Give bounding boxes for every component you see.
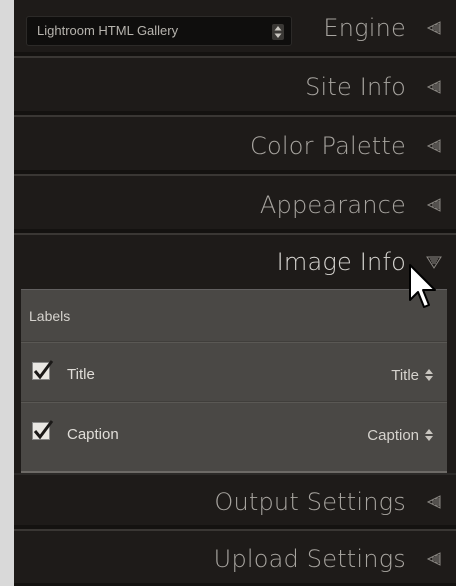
checkmark-icon <box>33 360 54 380</box>
section-title-upload-settings[interactable]: Upload Settings <box>214 545 406 573</box>
triangle-left-icon[interactable] <box>426 79 442 94</box>
caption-checkbox[interactable] <box>32 420 54 440</box>
section-title-output-settings[interactable]: Output Settings <box>214 488 406 516</box>
updown-arrows-icon <box>272 24 284 40</box>
section-title-color-palette[interactable]: Color Palette <box>250 132 406 160</box>
caption-value: Caption <box>367 426 419 444</box>
section-title-appearance[interactable]: Appearance <box>260 191 406 219</box>
section-engine: Lightroom HTML Gallery Engine <box>14 0 456 58</box>
triangle-left-icon[interactable] <box>426 197 442 212</box>
title-checkbox[interactable] <box>32 360 54 380</box>
updown-arrows-icon <box>425 429 433 441</box>
section-upload-settings[interactable]: Upload Settings <box>14 531 456 586</box>
web-module-right-panel: Lightroom HTML Gallery Engine Site Info <box>14 0 456 586</box>
title-label: Title <box>67 366 95 383</box>
triangle-left-icon[interactable] <box>426 21 442 35</box>
section-site-info[interactable]: Site Info <box>14 58 456 117</box>
triangle-left-icon[interactable] <box>426 552 442 566</box>
checkmark-icon <box>33 420 54 440</box>
section-title-image-info[interactable]: Image Info <box>277 248 406 276</box>
section-title-engine[interactable]: Engine <box>323 14 406 42</box>
title-row: Title Title <box>21 342 447 402</box>
labels-header-row: Labels <box>21 290 447 342</box>
labels-heading: Labels <box>29 308 71 324</box>
updown-arrows-icon <box>425 369 433 381</box>
triangle-left-icon[interactable] <box>426 495 442 509</box>
section-image-info[interactable]: Image Info <box>14 235 456 289</box>
title-value-select[interactable]: Title <box>391 364 435 386</box>
section-appearance[interactable]: Appearance <box>14 176 456 235</box>
section-color-palette[interactable]: Color Palette <box>14 117 456 176</box>
caption-value-select[interactable]: Caption <box>367 424 435 446</box>
title-value: Title <box>391 366 419 384</box>
image-info-content: Labels Title Title Caption Caption <box>21 289 447 473</box>
section-output-settings[interactable]: Output Settings <box>14 473 456 531</box>
engine-select[interactable]: Lightroom HTML Gallery <box>26 16 292 46</box>
triangle-left-icon[interactable] <box>426 138 442 153</box>
caption-label: Caption <box>67 426 119 443</box>
section-title-site-info[interactable]: Site Info <box>305 73 406 101</box>
mouse-pointer-icon <box>409 264 436 308</box>
engine-select-value: Lightroom HTML Gallery <box>37 23 179 38</box>
caption-row: Caption Caption <box>21 402 447 472</box>
